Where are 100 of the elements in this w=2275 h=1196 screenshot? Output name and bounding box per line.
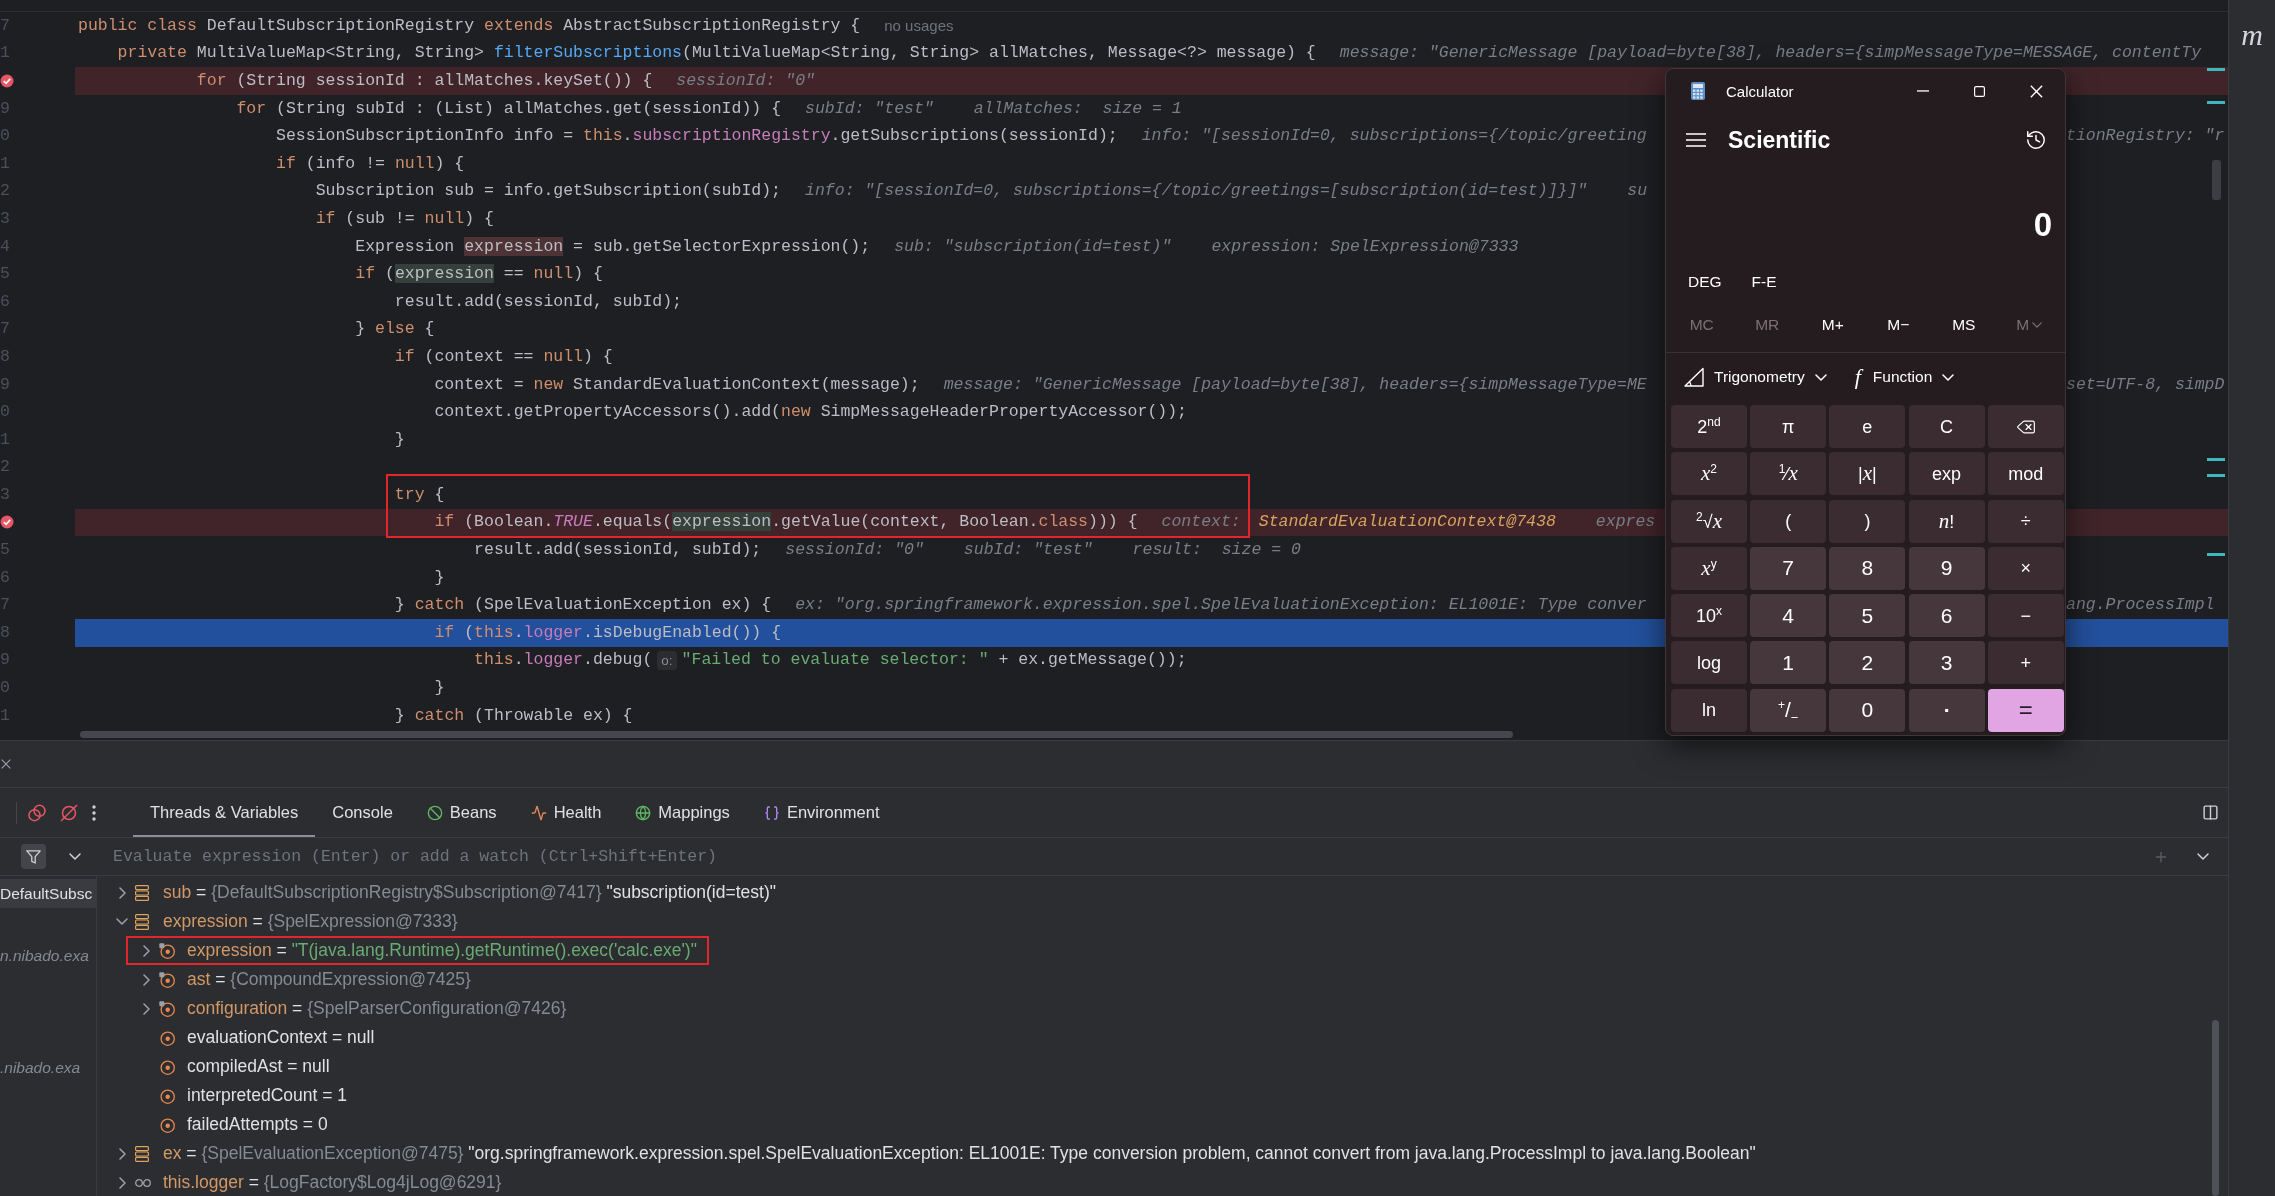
code-line: if (context == null) { <box>394 345 613 368</box>
field-icon <box>159 1087 175 1104</box>
change-marker <box>2207 68 2225 71</box>
function-menu[interactable]: f Function <box>1852 366 1955 388</box>
tab[interactable]: Environment <box>746 788 897 837</box>
chevron-right-icon[interactable] <box>142 1002 150 1015</box>
panel-layout-icon[interactable] <box>2202 804 2219 821</box>
scrollbar-thumb[interactable] <box>2212 160 2221 200</box>
calculator-key[interactable]: 8 <box>1829 546 1906 590</box>
calculator-key[interactable]: e <box>1829 405 1906 448</box>
maximize-icon <box>1974 85 1985 97</box>
inline-value: StandardEvaluationContext@7438 <box>1258 511 1556 534</box>
filter-button[interactable] <box>21 844 46 869</box>
code-line: "Failed to evaluate selector: " + ex.getMessage()); <box>681 649 1187 672</box>
tab[interactable]: Console <box>315 788 410 837</box>
variable-label: configuration = {SpelParserConfiguration@7426} <box>187 998 567 1019</box>
calculator-key[interactable]: log <box>1671 641 1747 685</box>
calculator-key[interactable]: 0 <box>1829 688 1906 732</box>
calculator-key[interactable]: 1 <box>1750 641 1827 685</box>
stack-icon <box>135 913 149 930</box>
tab[interactable]: Threads & Variables <box>133 788 316 837</box>
code-line: if (sub != null) { <box>315 207 494 230</box>
code-line: } catch (SpelEvaluationException ex) { <box>394 594 772 617</box>
calculator-key[interactable]: − <box>1987 594 2064 638</box>
angle-unit-button[interactable]: DEG <box>1688 273 1722 291</box>
calculator-key[interactable]: . <box>1908 688 1985 732</box>
close-icon[interactable] <box>1 759 11 769</box>
calculator-key[interactable]: + <box>1987 641 2064 685</box>
calculator-key[interactable]: n! <box>1908 499 1985 543</box>
notation-button[interactable]: F-E <box>1751 273 1777 291</box>
calculator-key[interactable]: mod <box>1987 452 2064 496</box>
memory-button[interactable]: M+ <box>1800 307 1866 342</box>
calculator-key[interactable]: |x| <box>1829 452 1906 496</box>
tool-strip-label: m <box>2241 20 2263 50</box>
code-line: public class DefaultSubscriptionRegistry extends AbstractSubscriptionRegistry { <box>78 14 861 37</box>
calculator-key[interactable]: 2 <box>1829 641 1906 685</box>
chevron-right-icon[interactable] <box>142 973 150 986</box>
calculator-key[interactable]: π <box>1750 405 1827 448</box>
calculator-key[interactable]: ) <box>1829 499 1906 543</box>
frame-item[interactable]: n.nibado.exa <box>0 941 96 970</box>
chevron-right-icon[interactable] <box>118 886 126 899</box>
inline-value: tionRegistry: "r <box>2066 125 2225 148</box>
calculator-key[interactable]: $^{+}$/$_{−}$ <box>1750 688 1827 732</box>
chevron-down-icon[interactable] <box>69 853 81 860</box>
calculator-key[interactable]: 2$^{nd}$ <box>1671 405 1747 448</box>
circle-slash-icon[interactable] <box>60 803 78 822</box>
code-line: context.getPropertyAccessors().add(new SimpMessageHeaderPropertyAccessor()); <box>434 401 1187 424</box>
chevron-right-icon[interactable] <box>142 944 150 957</box>
calculator-key[interactable]: 7 <box>1750 546 1827 590</box>
calculator-key[interactable]: x$^{y}$ <box>1671 546 1747 590</box>
code-line: } else { <box>355 318 435 341</box>
circle-slash-icon <box>426 804 443 821</box>
breakpoint-icon[interactable] <box>0 74 14 88</box>
menu-icon[interactable] <box>1686 133 1706 147</box>
chevron-right-icon[interactable] <box>118 1147 126 1160</box>
memory-button[interactable]: MS <box>1931 307 1997 342</box>
more-icon[interactable] <box>92 804 96 821</box>
variable-label: interpretedCount = 1 <box>187 1085 348 1106</box>
backspace-key[interactable] <box>1987 405 2064 448</box>
calculator-key[interactable]: $^{1}$⁄x <box>1750 452 1827 496</box>
calculator-key[interactable]: ln <box>1671 688 1747 732</box>
scrollbar-thumb[interactable] <box>80 731 1513 739</box>
scrollbar-thumb[interactable] <box>2212 1020 2219 1196</box>
calculator-key[interactable]: x$^{2}$ <box>1671 452 1747 496</box>
trigonometry-menu[interactable]: Trigonometry <box>1684 367 1827 387</box>
calculator-key[interactable]: × <box>1987 546 2064 590</box>
tab[interactable]: Health <box>513 788 619 837</box>
glasses-icon <box>135 1178 151 1187</box>
function-icon: f <box>1852 366 1863 388</box>
inline-value: context: <box>1161 511 1241 534</box>
overlapping-circles-icon[interactable] <box>28 803 46 822</box>
calculator-key[interactable]: 4 <box>1750 594 1827 638</box>
frame-item[interactable]: DefaultSubsc <box>0 879 96 908</box>
tab[interactable]: Beans <box>409 788 514 837</box>
equals-key[interactable]: = <box>1987 688 2064 732</box>
calculator-key[interactable]: ÷ <box>1987 499 2064 543</box>
chevron-right-icon[interactable] <box>118 1176 126 1189</box>
mode-title: Scientific <box>1728 126 1831 154</box>
calculator-key[interactable]: 3 <box>1908 641 1985 685</box>
calculator-key[interactable]: ( <box>1750 499 1827 543</box>
field-icon <box>159 942 175 959</box>
chevron-down-icon[interactable] <box>116 918 128 925</box>
calculator-key[interactable]: 9 <box>1908 546 1985 590</box>
calculator-key[interactable]: C <box>1908 405 1985 448</box>
calculator-key[interactable]: $^{2}$√x <box>1671 499 1747 543</box>
chevron-down-icon[interactable] <box>2197 853 2209 860</box>
calculator-key[interactable]: 6 <box>1908 594 1985 638</box>
memory-button[interactable]: M− <box>1865 307 1931 342</box>
calculator-key[interactable]: 10$^{x}$ <box>1671 594 1747 638</box>
tab[interactable]: Mappings <box>618 788 747 837</box>
code-line: SessionSubscriptionInfo info = this.subscriptionRegistry.getSubscriptions(sessionId); <box>276 125 1118 148</box>
variable-label: expression = {SpelExpression@7333} <box>163 911 458 932</box>
calculator-key[interactable]: exp <box>1908 452 1985 496</box>
field-icon <box>159 1058 175 1075</box>
history-icon[interactable] <box>2025 129 2047 151</box>
breakpoint-icon[interactable] <box>0 515 14 530</box>
parameter-hint: o: <box>657 650 677 670</box>
expression-input[interactable]: Evaluate expression (Enter) or add a watch (Ctrl+Shift+Enter) <box>99 841 2153 872</box>
frame-item[interactable]: .nibado.exa <box>0 1053 96 1082</box>
calculator-key[interactable]: 5 <box>1829 594 1906 638</box>
